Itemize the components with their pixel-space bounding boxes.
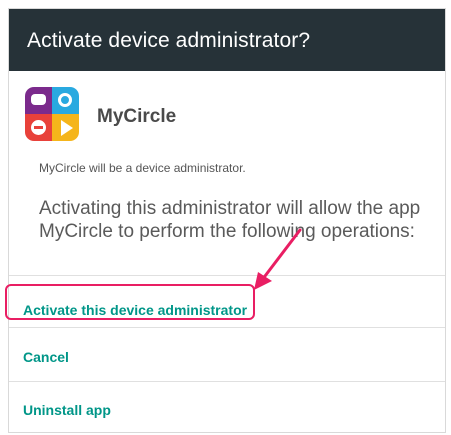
divider bbox=[9, 327, 445, 328]
app-name: MyCircle bbox=[97, 106, 177, 127]
device-admin-dialog: Activate device administrator? MyCircle … bbox=[8, 8, 446, 433]
admin-summary: MyCircle will be a device administrator. bbox=[39, 161, 246, 175]
ring-icon bbox=[52, 87, 79, 114]
divider bbox=[9, 275, 445, 276]
mycircle-app-icon bbox=[25, 87, 79, 141]
minus-circle-icon bbox=[25, 114, 52, 141]
divider bbox=[9, 381, 445, 382]
cancel-button[interactable]: Cancel bbox=[23, 349, 69, 365]
annotation-arrow-icon bbox=[254, 228, 302, 290]
chat-bubble-icon bbox=[25, 87, 52, 114]
play-icon bbox=[52, 114, 79, 141]
uninstall-app-button[interactable]: Uninstall app bbox=[23, 402, 111, 418]
admin-description: Activating this administrator will allow… bbox=[39, 198, 421, 242]
dialog-title: Activate device administrator? bbox=[9, 9, 445, 71]
activate-highlight-box bbox=[5, 284, 255, 320]
